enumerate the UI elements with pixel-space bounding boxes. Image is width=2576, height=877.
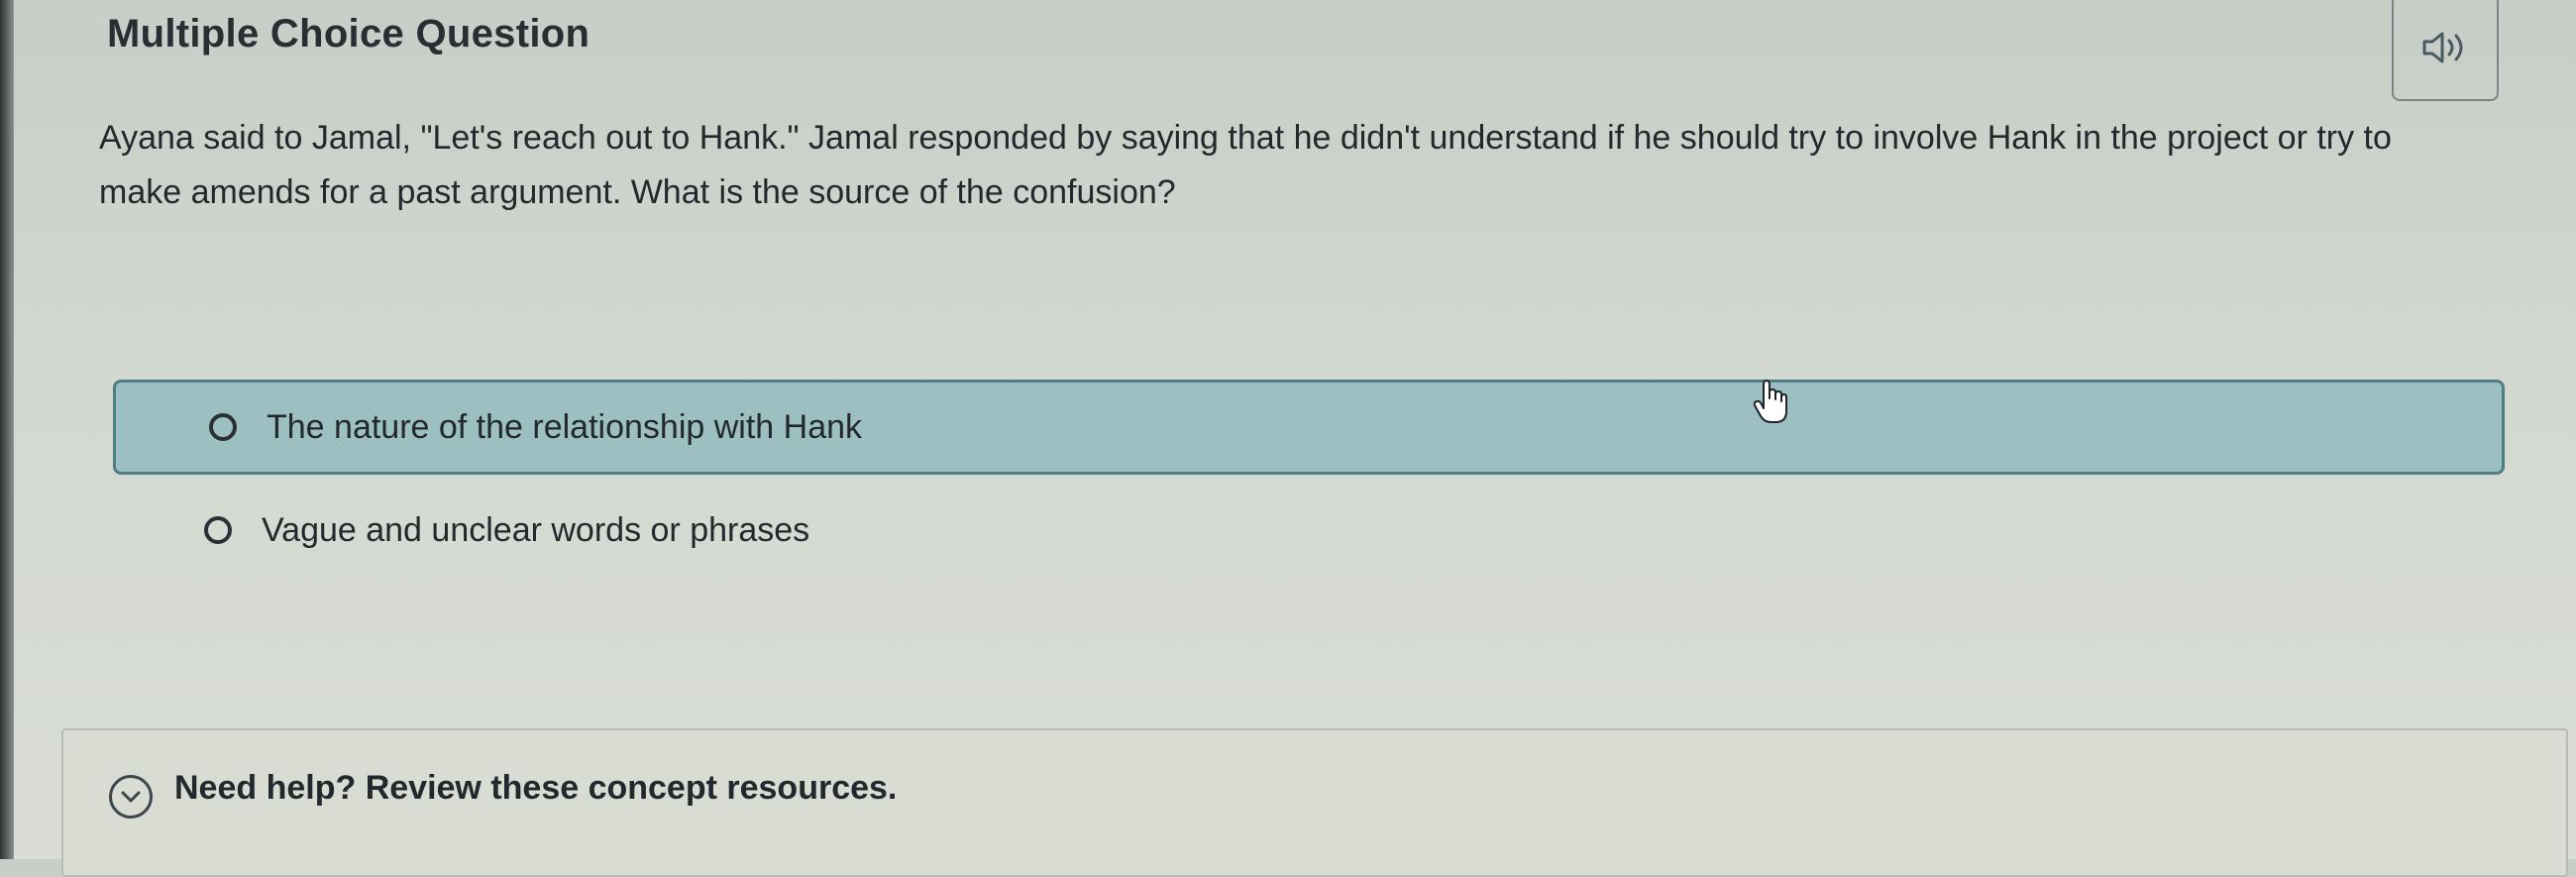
hand-pointer-cursor-icon (1754, 380, 1787, 423)
answer-choice-2[interactable]: Vague and unclear words or phrases (113, 503, 1302, 557)
chevron-down-icon (121, 791, 141, 803)
choice-label: Vague and unclear words or phrases (262, 510, 810, 549)
page-title: Multiple Choice Question (107, 12, 590, 55)
chevron-down-circle-icon[interactable] (109, 775, 153, 819)
answer-choice-1[interactable]: The nature of the relationship with Hank (113, 380, 2505, 475)
screen-edge-shadow (0, 0, 14, 859)
choice-label: The nature of the relationship with Hank (267, 407, 863, 446)
radio-button[interactable] (209, 413, 237, 441)
help-link[interactable]: Need help? Review these concept resource… (174, 769, 897, 808)
audio-button[interactable] (2392, 0, 2499, 101)
radio-button[interactable] (204, 516, 232, 544)
question-text: Ayana said to Jamal, "Let's reach out to… (99, 119, 2392, 211)
speaker-icon (2422, 32, 2463, 63)
